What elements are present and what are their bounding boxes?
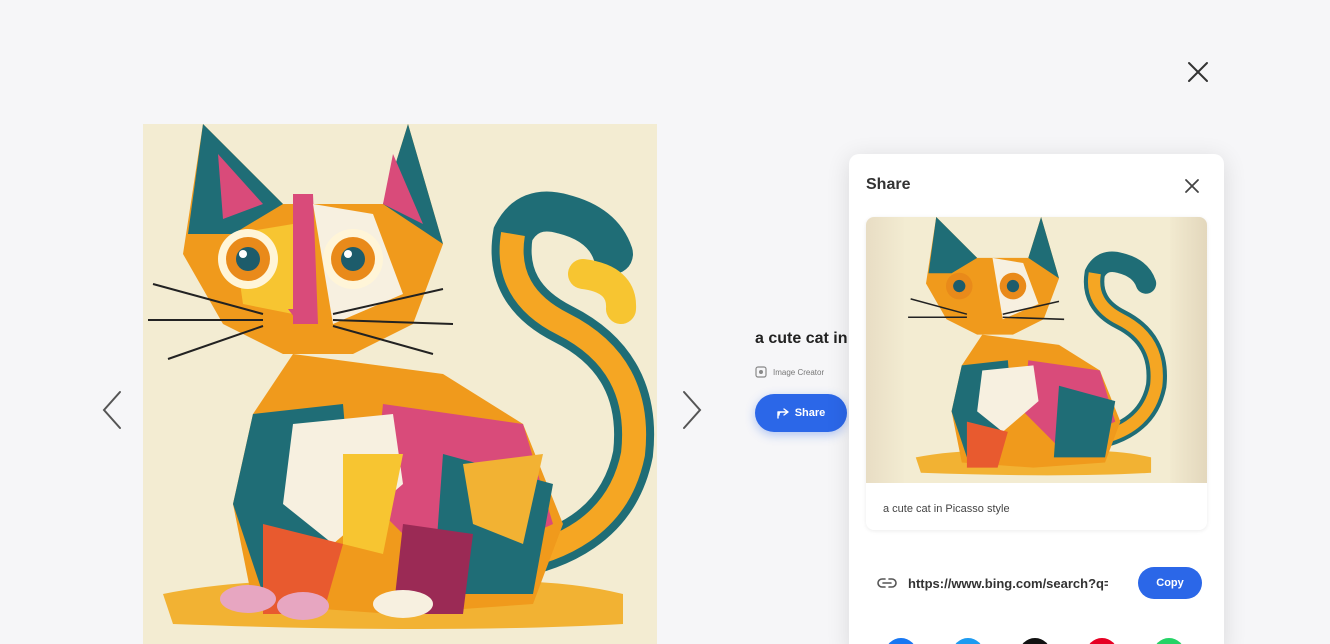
share-preview-image <box>866 217 1207 483</box>
cubist-cat-artwork <box>143 124 657 644</box>
creator-label: Image Creator <box>773 367 825 377</box>
previous-image-button[interactable] <box>98 388 128 432</box>
chevron-right-icon <box>683 391 702 429</box>
twitter-share-icon[interactable] <box>952 638 984 644</box>
chevron-left-icon <box>102 391 121 429</box>
image-creator-icon <box>755 366 767 378</box>
close-icon <box>1185 179 1199 193</box>
copy-link-button[interactable]: Copy <box>1138 567 1202 599</box>
share-dialog-title: Share <box>866 176 911 193</box>
pinterest-share-icon[interactable] <box>1086 638 1118 644</box>
share-link-row: https://www.bing.com/search?q=a+cute+cat… <box>876 564 1202 602</box>
share-button[interactable]: Share <box>755 394 847 432</box>
share-preview-card: a cute cat in Picasso style <box>866 217 1207 530</box>
share-icon <box>777 408 789 419</box>
image-title: a cute cat in Picasso style <box>755 330 850 347</box>
close-icon <box>1188 62 1208 82</box>
image-details: a cute cat in Picasso style Image Creato… <box>755 330 855 378</box>
whatsapp-share-icon[interactable] <box>1153 638 1185 644</box>
creator-meta: Image Creator <box>755 366 850 378</box>
generated-image <box>143 124 657 644</box>
share-preview-caption: a cute cat in Picasso style <box>883 503 1010 515</box>
share-dialog: Share a cute cat in Picasso style https:… <box>849 154 1224 644</box>
link-icon <box>877 578 897 588</box>
close-viewer-button[interactable] <box>1182 56 1214 88</box>
share-link-text[interactable]: https://www.bing.com/search?q=a+cute+cat… <box>908 576 1108 591</box>
facebook-share-icon[interactable] <box>885 638 917 644</box>
share-button-label: Share <box>794 407 826 419</box>
next-image-button[interactable] <box>676 388 706 432</box>
x-share-icon[interactable] <box>1019 638 1051 644</box>
social-share-row <box>885 638 1185 644</box>
close-share-button[interactable] <box>1180 174 1204 198</box>
cubist-cat-thumbnail <box>905 217 1169 483</box>
